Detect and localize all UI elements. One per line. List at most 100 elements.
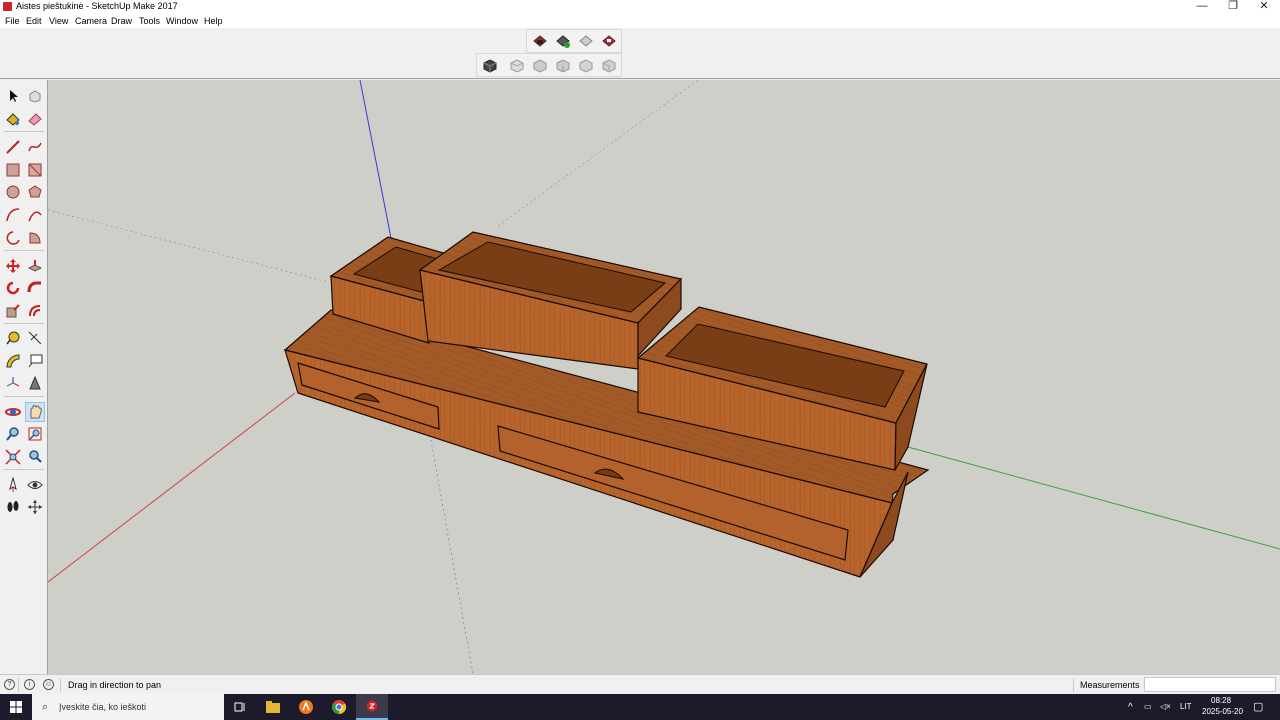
menu-view[interactable]: View <box>49 16 68 26</box>
sketchup-icon[interactable] <box>356 694 388 720</box>
push-pull-icon[interactable] <box>25 256 45 276</box>
tool-separator <box>4 469 44 470</box>
look-around-icon[interactable] <box>25 475 45 495</box>
menu-tools[interactable]: Tools <box>139 16 160 26</box>
task-view-icon[interactable] <box>224 694 256 720</box>
front-view-icon[interactable] <box>531 57 549 74</box>
measurements-label: Measurements <box>1080 680 1140 690</box>
back-view-icon[interactable] <box>577 57 595 74</box>
left-view-icon[interactable] <box>600 57 618 74</box>
chrome-icon[interactable] <box>323 694 355 720</box>
arc-icon[interactable] <box>3 205 23 225</box>
geo-location-icon[interactable]: ? <box>4 679 15 690</box>
search-icon: ⌕ <box>42 701 49 713</box>
close-button[interactable]: ✕ <box>1248 0 1280 14</box>
window-title: Aistes pieštukinė - SketchUp Make 2017 <box>16 1 178 11</box>
follow-me-icon[interactable] <box>25 278 45 298</box>
get-models-icon[interactable] <box>554 33 572 50</box>
axis-green-dotted <box>497 80 699 227</box>
circle-icon[interactable] <box>3 182 23 202</box>
rotated-rectangle-icon[interactable] <box>25 160 45 180</box>
orbit-icon[interactable] <box>3 402 23 422</box>
volume-icon[interactable]: ◁× <box>1160 702 1171 711</box>
rotate-icon[interactable] <box>3 278 23 298</box>
measurements-input[interactable] <box>1144 677 1276 692</box>
two-point-arc-icon[interactable] <box>25 205 45 225</box>
select-icon[interactable] <box>3 86 23 106</box>
make-component-icon[interactable] <box>25 86 45 106</box>
axes-icon[interactable] <box>3 373 23 393</box>
file-explorer-icon[interactable] <box>257 694 289 720</box>
previous-view-icon[interactable] <box>25 447 45 467</box>
sketchup-logo-icon <box>3 2 12 11</box>
share-model-icon[interactable] <box>577 33 595 50</box>
right-view-icon[interactable] <box>554 57 572 74</box>
tool-separator <box>4 396 44 397</box>
large-tool-set <box>0 80 48 674</box>
menu-edit[interactable]: Edit <box>26 16 42 26</box>
freehand-icon[interactable] <box>25 137 45 157</box>
section-plane-icon[interactable] <box>25 497 45 517</box>
menu-bar: File Edit View Camera Draw Tools Window … <box>0 14 1280 28</box>
clock-time[interactable]: 08:28 <box>1211 696 1231 705</box>
taskbar-search-box[interactable]: ⌕ Įveskite čia, ko ieškoti <box>32 694 224 720</box>
axis-blue-dotted <box>429 434 474 674</box>
protractor-icon[interactable] <box>3 351 23 371</box>
offset-icon[interactable] <box>25 301 45 321</box>
polygon-icon[interactable] <box>25 182 45 202</box>
clock-date[interactable]: 2025-05-20 <box>1202 707 1243 716</box>
restore-button[interactable]: ❐ <box>1217 0 1249 14</box>
status-message: Drag in direction to pan <box>68 680 162 690</box>
position-camera-icon[interactable] <box>3 475 23 495</box>
credits-icon[interactable]: i <box>24 679 35 690</box>
warehouse-icon[interactable] <box>531 33 549 50</box>
axis-red-dotted <box>48 209 329 283</box>
line-icon[interactable] <box>3 137 23 157</box>
model-viewport[interactable] <box>48 80 1280 674</box>
scale-icon[interactable] <box>3 301 23 321</box>
tool-separator <box>4 250 44 251</box>
app-orange-icon[interactable] <box>290 694 322 720</box>
title-bar: Aistes pieštukinė - SketchUp Make 2017 —… <box>0 0 1280 14</box>
menu-file[interactable]: File <box>5 16 20 26</box>
eraser-icon[interactable] <box>25 109 45 129</box>
tool-separator <box>4 131 44 132</box>
toolbar-area <box>0 28 1280 79</box>
pan-icon[interactable] <box>25 402 45 422</box>
user-icon[interactable]: ☺ <box>43 679 54 690</box>
walk-icon[interactable] <box>3 497 23 517</box>
language-indicator[interactable]: LIT <box>1180 702 1192 711</box>
axis-blue <box>359 80 392 239</box>
iso-view-icon[interactable] <box>481 57 499 74</box>
tray-chevron-icon[interactable]: ^ <box>1128 702 1133 713</box>
extension-warehouse-icon[interactable] <box>600 33 618 50</box>
three-point-arc-icon[interactable] <box>3 228 23 248</box>
paint-bucket-icon[interactable] <box>3 109 23 129</box>
windows-start-icon[interactable] <box>0 694 32 720</box>
dimension-icon[interactable] <box>25 328 45 348</box>
top-view-icon[interactable] <box>508 57 526 74</box>
move-icon[interactable] <box>3 256 23 276</box>
status-separator <box>1073 678 1074 692</box>
zoom-icon[interactable] <box>3 424 23 444</box>
zoom-window-icon[interactable] <box>25 424 45 444</box>
sketchup-window: Aistes pieštukinė - SketchUp Make 2017 —… <box>0 0 1280 720</box>
menu-help[interactable]: Help <box>204 16 223 26</box>
zoom-extents-icon[interactable] <box>3 447 23 467</box>
text-icon[interactable] <box>25 351 45 371</box>
tool-separator <box>4 323 44 324</box>
3d-text-icon[interactable] <box>25 373 45 393</box>
menu-camera[interactable]: Camera <box>75 16 107 26</box>
status-bar: ? i ☺ Drag in direction to pan Measureme… <box>0 674 1280 694</box>
axis-red <box>48 392 296 583</box>
rectangle-icon[interactable] <box>3 160 23 180</box>
pie-icon[interactable] <box>25 228 45 248</box>
menu-window[interactable]: Window <box>166 16 198 26</box>
network-icon[interactable]: ▭ <box>1144 702 1152 711</box>
model-canvas[interactable] <box>48 80 1280 674</box>
views-toolbar <box>476 53 622 77</box>
menu-draw[interactable]: Draw <box>111 16 132 26</box>
minimize-button[interactable]: — <box>1186 0 1218 14</box>
notifications-icon[interactable]: ▢ <box>1253 700 1263 713</box>
tape-measure-icon[interactable] <box>3 328 23 348</box>
